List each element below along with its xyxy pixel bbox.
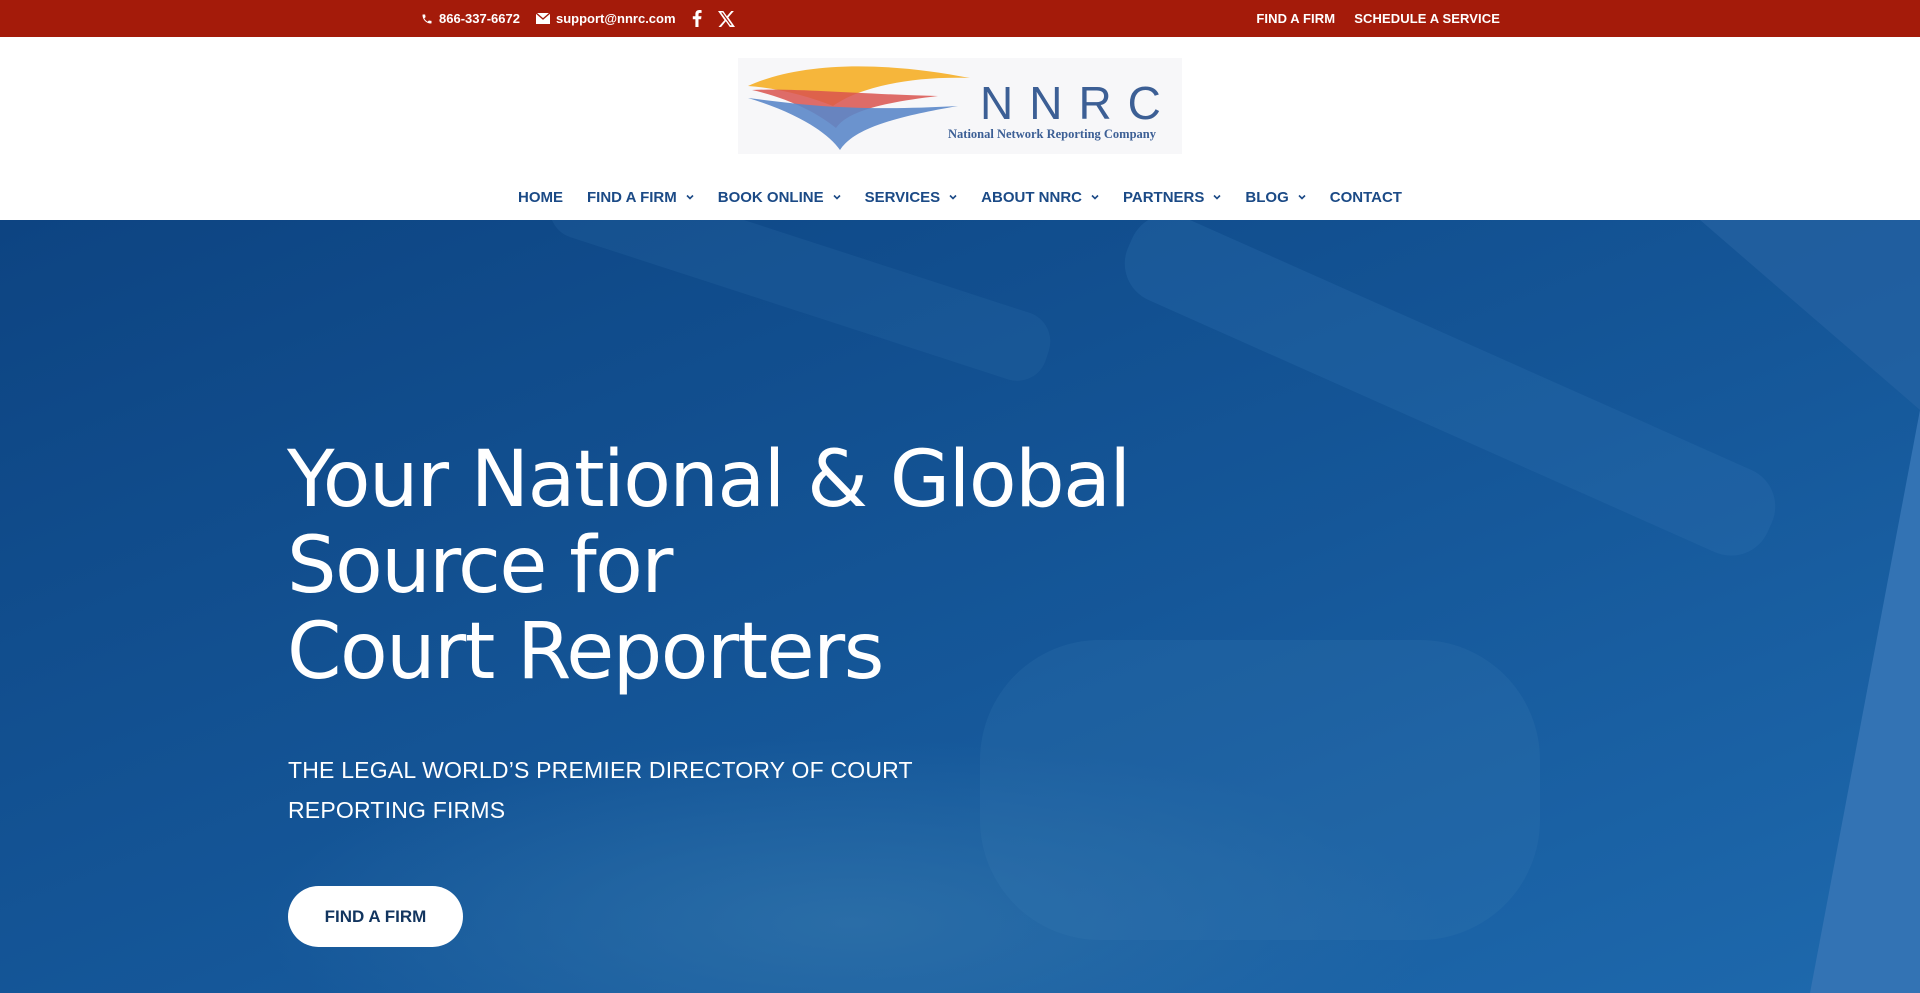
chevron-down-icon <box>833 194 841 200</box>
email-link[interactable]: support@nnrc.com <box>535 11 676 26</box>
x-link[interactable] <box>717 10 735 27</box>
phone-number: 866-337-6672 <box>439 11 520 26</box>
x-icon <box>717 10 735 27</box>
contact-info: 866-337-6672 support@nnrc.com <box>421 0 735 37</box>
nav-item-book-online[interactable]: BOOK ONLINE <box>718 189 841 206</box>
top-link-schedule-a-service[interactable]: SCHEDULE A SERVICE <box>1354 11 1500 26</box>
nav-item-home[interactable]: HOME <box>518 189 563 206</box>
hero-section: Your National & Global Source for Court … <box>0 220 1920 993</box>
top-links: FIND A FIRM SCHEDULE A SERVICE <box>1256 0 1500 37</box>
chevron-down-icon <box>949 194 957 200</box>
nav-item-label: FIND A FIRM <box>587 188 677 206</box>
nav-item-label: ABOUT NNRC <box>981 188 1082 206</box>
chevron-down-icon <box>686 194 694 200</box>
hero-title: Your National & Global Source for Court … <box>287 437 1387 695</box>
nav-item-label: HOME <box>518 188 564 206</box>
hero-subtitle: THE LEGAL WORLD’S PREMIER DIRECTORY OF C… <box>288 750 928 830</box>
nav-item-label: CONTACT <box>1329 188 1402 206</box>
phone-link[interactable]: 866-337-6672 <box>421 11 520 26</box>
top-bar: 866-337-6672 support@nnrc.com FIND A FIR… <box>0 0 1920 37</box>
nnrc-logo[interactable]: NNRC National Network Reporting Company <box>738 58 1182 154</box>
phone-icon <box>421 13 433 25</box>
hero-title-line1: Your National & Global Source for <box>287 435 1131 611</box>
site-header: NNRC National Network Reporting Company … <box>0 37 1920 220</box>
facebook-link[interactable] <box>692 10 702 27</box>
hero-subtitle-line2: REPORTING FIRMS <box>288 797 506 823</box>
email-address: support@nnrc.com <box>555 11 676 26</box>
nav-item-label: BLOG <box>1245 188 1289 206</box>
main-nav: HOME FIND A FIRM BOOK ONLINE SERVICES AB… <box>0 174 1920 220</box>
nav-item-find-a-firm[interactable]: FIND A FIRM <box>587 189 694 206</box>
hero-subtitle-line1: THE LEGAL WORLD’S PREMIER DIRECTORY OF C… <box>288 757 913 783</box>
top-link-find-a-firm[interactable]: FIND A FIRM <box>1256 11 1335 26</box>
logo-wordmark: NNRC <box>980 77 1177 129</box>
facebook-icon <box>692 10 702 27</box>
nav-item-about-nnrc[interactable]: ABOUT NNRC <box>981 189 1099 206</box>
chevron-down-icon <box>1298 194 1306 200</box>
nav-item-label: BOOK ONLINE <box>717 188 824 206</box>
logo-tagline: National Network Reporting Company <box>948 127 1156 141</box>
find-a-firm-button[interactable]: FIND A FIRM <box>288 886 463 947</box>
nav-item-blog[interactable]: BLOG <box>1245 188 1306 206</box>
chevron-down-icon <box>1213 194 1221 200</box>
nav-item-partners[interactable]: PARTNERS <box>1123 189 1221 206</box>
logo-mark-icon <box>748 66 970 150</box>
nav-item-label: SERVICES <box>864 188 941 206</box>
nav-item-label: PARTNERS <box>1123 188 1205 206</box>
nav-item-contact[interactable]: CONTACT <box>1330 189 1402 206</box>
hero-title-line2: Court Reporters <box>287 607 884 697</box>
chevron-down-icon <box>1091 194 1099 200</box>
nav-item-services[interactable]: SERVICES <box>865 189 958 206</box>
envelope-icon <box>535 13 550 24</box>
